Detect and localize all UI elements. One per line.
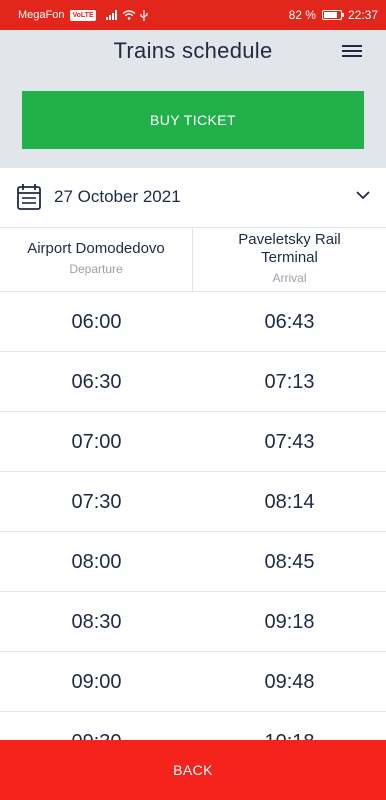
battery-icon	[321, 10, 344, 20]
stations-header: Airport Domodedovo Departure Paveletsky …	[0, 228, 386, 292]
chevron-down-icon[interactable]	[356, 190, 370, 200]
arrival-time: 07:13	[264, 371, 315, 393]
carrier-name: MegaFon	[18, 9, 65, 21]
departure-time: 06:30	[71, 371, 122, 393]
schedule-row[interactable]: 07:30 08:14	[0, 472, 386, 532]
schedule-row[interactable]: 07:00 07:43	[0, 412, 386, 472]
departure-time: 09:30	[0, 712, 193, 740]
arrival-time: 08:45	[264, 551, 315, 573]
arrival-time: 08:14	[264, 491, 315, 513]
header: Trains schedule BUY TICKET	[0, 30, 386, 168]
clock: 22:37	[347, 8, 378, 22]
battery-percent: 82 %	[288, 8, 316, 22]
arrival-time: 07:43	[264, 431, 315, 453]
arrival-label: Arrival	[272, 271, 307, 285]
volte-badge: VoLTE	[70, 9, 96, 21]
schedule-list[interactable]: 06:00 06:43 06:30 07:13 07:00 07:43 07:3…	[0, 292, 386, 740]
arrival-time: 06:43	[264, 311, 315, 333]
wifi-icon	[122, 10, 136, 20]
schedule-row[interactable]: 06:30 07:13	[0, 352, 386, 412]
buy-ticket-button[interactable]: BUY TICKET	[22, 91, 364, 149]
status-left: MegaFon VoLTE	[18, 9, 148, 21]
schedule-row[interactable]: 08:30 09:18	[0, 592, 386, 652]
arrival-time: 09:48	[264, 671, 315, 693]
arrival-station: Paveletsky Rail Terminal Arrival	[193, 228, 386, 291]
departure-station: Airport Domodedovo Departure	[0, 228, 193, 291]
departure-time: 07:00	[71, 431, 122, 453]
schedule-row[interactable]: 06:00 06:43	[0, 292, 386, 352]
selected-date: 27 October 2021	[54, 187, 181, 206]
battery-fill	[323, 12, 337, 18]
arrival-station-name-line2: Terminal	[261, 249, 318, 266]
departure-time: 07:30	[71, 491, 122, 513]
departure-time: 09:00	[71, 671, 122, 693]
departure-station-name: Airport Domodedovo	[27, 240, 165, 257]
departure-time: 08:30	[71, 611, 122, 633]
arrival-time: 10:18	[193, 712, 386, 740]
arrival-station-name-line1: Paveletsky Rail	[238, 231, 341, 248]
status-icons	[105, 9, 148, 21]
menu-line	[342, 50, 362, 52]
hamburger-menu-icon[interactable]	[342, 42, 364, 62]
schedule-row[interactable]: 08:00 08:45	[0, 532, 386, 592]
arrival-time: 09:18	[264, 611, 315, 633]
departure-time: 08:00	[71, 551, 122, 573]
app-screen: MegaFon VoLTE 82 % 22:37 Trains schedule…	[0, 0, 386, 800]
usb-icon	[140, 9, 148, 21]
schedule-row[interactable]: 09:00 09:48	[0, 652, 386, 712]
date-selector[interactable]: 27 October 2021	[0, 168, 386, 228]
status-right: 82 % 22:37	[289, 8, 378, 22]
calendar-icon	[17, 184, 41, 210]
signal-icon	[105, 10, 117, 20]
departure-label: Departure	[69, 262, 123, 276]
schedule-row[interactable]: 09:30 10:18	[0, 712, 386, 740]
departure-time: 06:00	[71, 311, 122, 333]
status-bar: MegaFon VoLTE 82 % 22:37	[0, 0, 386, 30]
back-button[interactable]: BACK	[0, 740, 386, 800]
menu-line	[342, 45, 362, 47]
menu-line	[342, 55, 362, 57]
page-title: Trains schedule	[113, 38, 273, 63]
